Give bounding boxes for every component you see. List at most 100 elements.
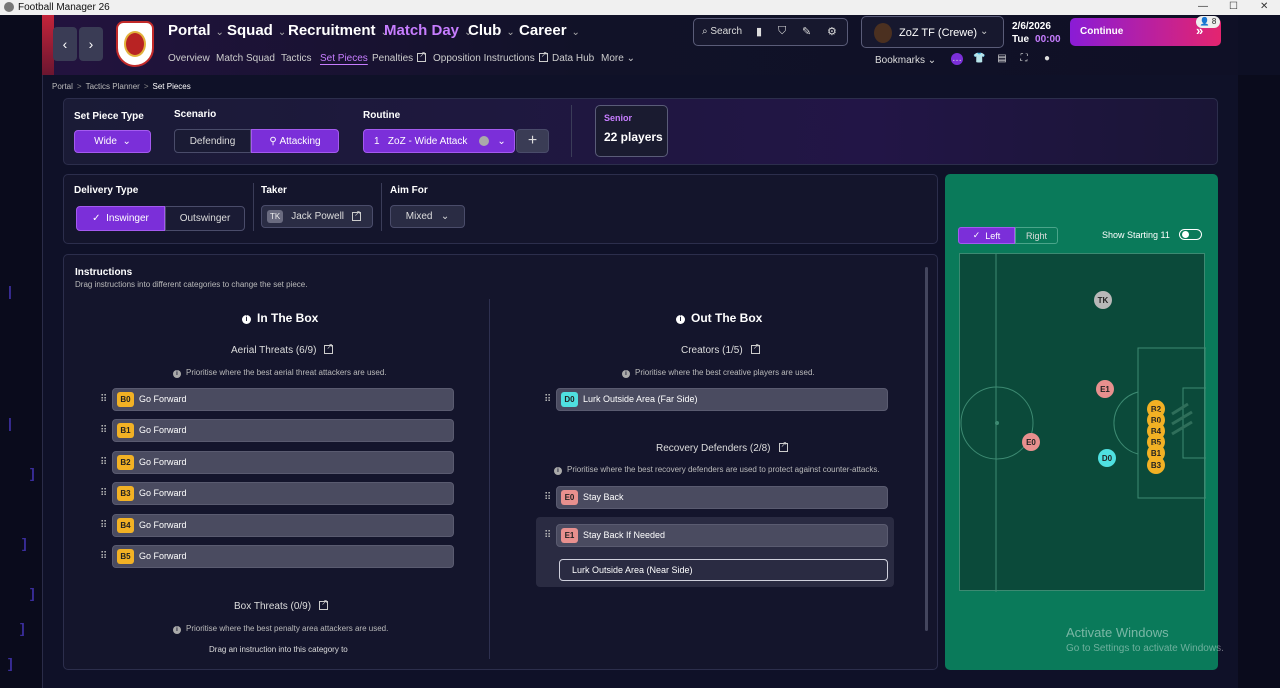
game-date[interactable]: 2/6/2026 Tue 00:00 [1009,18,1061,46]
subnav-match-squad[interactable]: Match Squad [216,53,275,64]
player-marker-tk[interactable]: TK [1094,291,1112,309]
inbox-icon[interactable]: ▮ [756,25,762,38]
tactics-icon[interactable]: ⛶ [1018,53,1030,65]
profile-dropdown[interactable]: ZoZ TF (Crewe) ⌄ [861,16,1004,48]
shirt-icon[interactable]: 👕 [973,53,985,65]
instructions-subtitle: Drag instructions into different categor… [75,280,308,289]
drag-handle-icon[interactable]: ⠿ [100,551,108,563]
squad-selector[interactable]: Senior 22 players [595,105,668,157]
instructions-title: Instructions [75,267,133,278]
chat-icon[interactable]: … [951,53,963,65]
day-time: Tue 00:00 [1012,34,1061,45]
back-button[interactable]: ‹ [53,27,77,61]
forward-button[interactable]: › [79,27,103,61]
side-right-toggle[interactable]: Right [1015,227,1058,244]
subnav-tactics[interactable]: Tactics [281,53,312,64]
drag-handle-icon[interactable]: ⠿ [100,457,108,469]
drag-handle-icon[interactable]: ⠿ [100,425,108,437]
nav-recruitment[interactable]: Recruitment ⌄ [288,22,389,39]
breadcrumb-tactics-planner[interactable]: Tactics Planner [86,82,140,91]
pen-icon[interactable]: ✎ [802,25,811,38]
drag-handle-icon[interactable]: ⠿ [544,492,552,504]
minimize-icon[interactable]: — [1198,1,1208,12]
taker-initials: TK [267,210,284,223]
subnav-penalties[interactable]: Penalties [372,50,427,64]
close-icon[interactable]: ✕ [1260,1,1268,12]
subnav-overview[interactable]: Overview [168,53,210,64]
show-starting-label: Show Starting 11 [1102,230,1170,240]
aerial-instruction-row[interactable]: B3 Go Forward [112,482,454,505]
nav-match-day[interactable]: Match Day ⌄ [384,22,472,39]
notification-badge[interactable]: 👤 8 [1196,16,1220,28]
player-marker-e1[interactable]: E1 [1096,380,1114,398]
taker-label: Taker [261,185,287,196]
breadcrumb-portal[interactable]: Portal [52,82,73,91]
drag-handle-icon[interactable]: ⠿ [100,488,108,500]
search-button[interactable]: ⌕ Search [702,26,742,37]
recovery-instruction-row[interactable]: E1 Stay Back If Needed [556,524,888,547]
nav-club[interactable]: Club ⌄ [468,22,515,39]
aerial-instruction-row[interactable]: B0 Go Forward [112,388,454,411]
drag-handle-icon[interactable]: ⠿ [544,394,552,406]
player-marker-e0[interactable]: E0 [1022,433,1040,451]
set-piece-type-dropdown[interactable]: Wide ⌄ [74,130,151,153]
aerial-threats-label[interactable]: Aerial Threats (6/9) [231,342,334,356]
creator-instruction-row[interactable]: D0 Lurk Outside Area (Far Side) [556,388,888,411]
aerial-instruction-row[interactable]: B4 Go Forward [112,514,454,537]
recovery-defenders-label[interactable]: Recovery Defenders (2/8) [656,440,788,454]
box-threats-label[interactable]: Box Threats (0/9) [234,598,329,612]
toggle-knob [1182,231,1189,238]
breadcrumb-set-pieces: Set Pieces [152,82,191,91]
creators-label[interactable]: Creators (1/5) [681,342,760,356]
player-marker-d0[interactable]: D0 [1098,449,1116,467]
subnav-set-pieces[interactable]: Set Pieces [320,53,368,64]
show-starting-toggle[interactable] [1179,229,1202,240]
clipboard-icon[interactable]: ▤ [996,53,1008,65]
scenario-attacking[interactable]: ⚲ Attacking [251,129,339,153]
check-icon: ✓ [972,230,986,240]
nav-portal[interactable]: Portal ⌄ [168,22,224,39]
delivery-outswinger[interactable]: Outswinger [165,206,245,231]
aerial-instruction-row[interactable]: B5 Go Forward [112,545,454,568]
side-left-toggle[interactable]: ✓ Left [958,227,1015,244]
subnav-opposition-instructions[interactable]: Opposition Instructions [433,50,548,64]
club-crest-icon [124,31,146,57]
shield-icon[interactable]: ⛉ [778,25,786,38]
gear-icon[interactable]: ⚙ [827,25,837,38]
deco-bracket-icon: ] [8,655,13,671]
aerial-instruction-row[interactable]: B2 Go Forward [112,451,454,474]
player-marker-b3[interactable]: B3 [1147,456,1165,474]
instruction-option-button[interactable]: Lurk Outside Area (Near Side) [559,559,888,581]
drag-handle-icon[interactable]: ⠿ [100,394,108,406]
external-link-icon [750,342,760,354]
drag-handle-icon[interactable]: ⠿ [100,520,108,532]
column-divider [489,299,490,659]
breadcrumb: Portal > Tactics Planner > Set Pieces [52,82,191,91]
external-link-icon [778,440,788,452]
nav-squad[interactable]: Squad ⌄ [227,22,286,39]
aim-for-label: Aim For [390,185,428,196]
subnav-data-hub[interactable]: Data Hub [552,53,594,64]
instructions-panel: Instructions Drag instructions into diff… [63,254,938,670]
bookmarks-dropdown[interactable]: Bookmarks ⌄ [875,55,936,66]
chevron-down-icon: ⌄ [122,136,131,147]
drag-handle-icon[interactable]: ⠿ [544,530,552,542]
divider [381,183,382,231]
add-routine-button[interactable]: + [516,129,549,153]
subnav-more[interactable]: More ⌄ [601,53,635,64]
nav-career[interactable]: Career ⌄ [519,22,580,39]
delivery-inswinger[interactable]: ✓ Inswinger [76,206,165,231]
recovery-instruction-row[interactable]: E0 Stay Back [556,486,888,509]
aim-for-dropdown[interactable]: Mixed ⌄ [390,205,465,228]
pitch-markings [960,254,1206,592]
taker-selector[interactable]: TK Jack Powell [261,205,373,228]
external-link-icon [352,209,362,221]
club-badge[interactable] [116,21,154,67]
aerial-instruction-row[interactable]: B1 Go Forward [112,419,454,442]
scenario-defending[interactable]: Defending [174,129,251,153]
aerial-threats-hint: i Prioritise where the best aerial threat… [173,368,387,378]
maximize-icon[interactable]: ☐ [1229,1,1238,12]
ball-icon[interactable]: ● [1041,53,1053,65]
scrollbar[interactable] [925,267,928,631]
routine-dropdown[interactable]: 1 ZoZ - Wide Attack ⌄ [363,129,515,153]
